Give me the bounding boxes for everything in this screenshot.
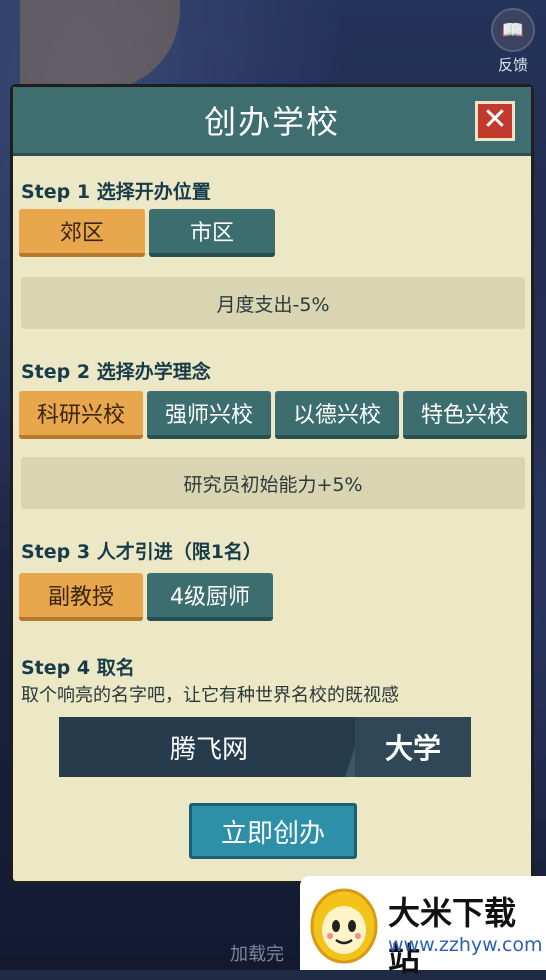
watermark-url: www.zzhyw.com: [388, 934, 543, 956]
philosophy-option-teachers[interactable]: 强师兴校: [147, 391, 271, 439]
philosophy-option-research[interactable]: 科研兴校: [19, 391, 143, 439]
location-option-suburb[interactable]: 郊区: [19, 209, 145, 257]
create-now-button[interactable]: 立即创办: [189, 803, 357, 859]
step4-subtitle: 取个响亮的名字吧，让它有种世界名校的既视感: [21, 685, 399, 706]
step1-effect: 月度支出-5%: [21, 277, 525, 329]
step2-effect: 研究员初始能力+5%: [21, 457, 525, 509]
school-type-suffix: 大学: [355, 717, 471, 777]
step2-title: Step 2 选择办学理念: [21, 361, 211, 383]
school-name-field[interactable]: 腾飞网 大学: [59, 717, 471, 777]
talent-option-chef[interactable]: 4级厨师: [147, 573, 273, 621]
location-option-city[interactable]: 市区: [149, 209, 275, 257]
book-icon: 📖: [491, 8, 535, 52]
feedback-label: 反馈: [497, 56, 528, 74]
create-school-dialog: 创办学校 ✕ Step 1 选择开办位置 郊区 市区 月度支出-5% Step …: [10, 84, 534, 884]
step4-title: Step 4 取名: [21, 657, 135, 679]
mascot-egg-logo: [310, 888, 378, 964]
talent-option-associate-professor[interactable]: 副教授: [19, 573, 143, 621]
dialog-header: 创办学校 ✕: [13, 87, 531, 156]
step1-title: Step 1 选择开办位置: [21, 181, 211, 203]
step3-title: Step 3 人才引进（限1名）: [21, 541, 262, 563]
watermark: 大米下载站 www.zzhyw.com: [300, 876, 546, 978]
school-name-input[interactable]: 腾飞网: [59, 717, 359, 777]
feedback-button[interactable]: 📖 反馈: [488, 8, 538, 78]
close-icon: ✕: [482, 102, 508, 137]
dialog-title: 创办学校: [203, 103, 340, 141]
close-button[interactable]: ✕: [475, 101, 515, 141]
philosophy-option-virtue[interactable]: 以德兴校: [275, 391, 399, 439]
loading-text: 加载完: [230, 944, 284, 965]
philosophy-option-special[interactable]: 特色兴校: [403, 391, 527, 439]
